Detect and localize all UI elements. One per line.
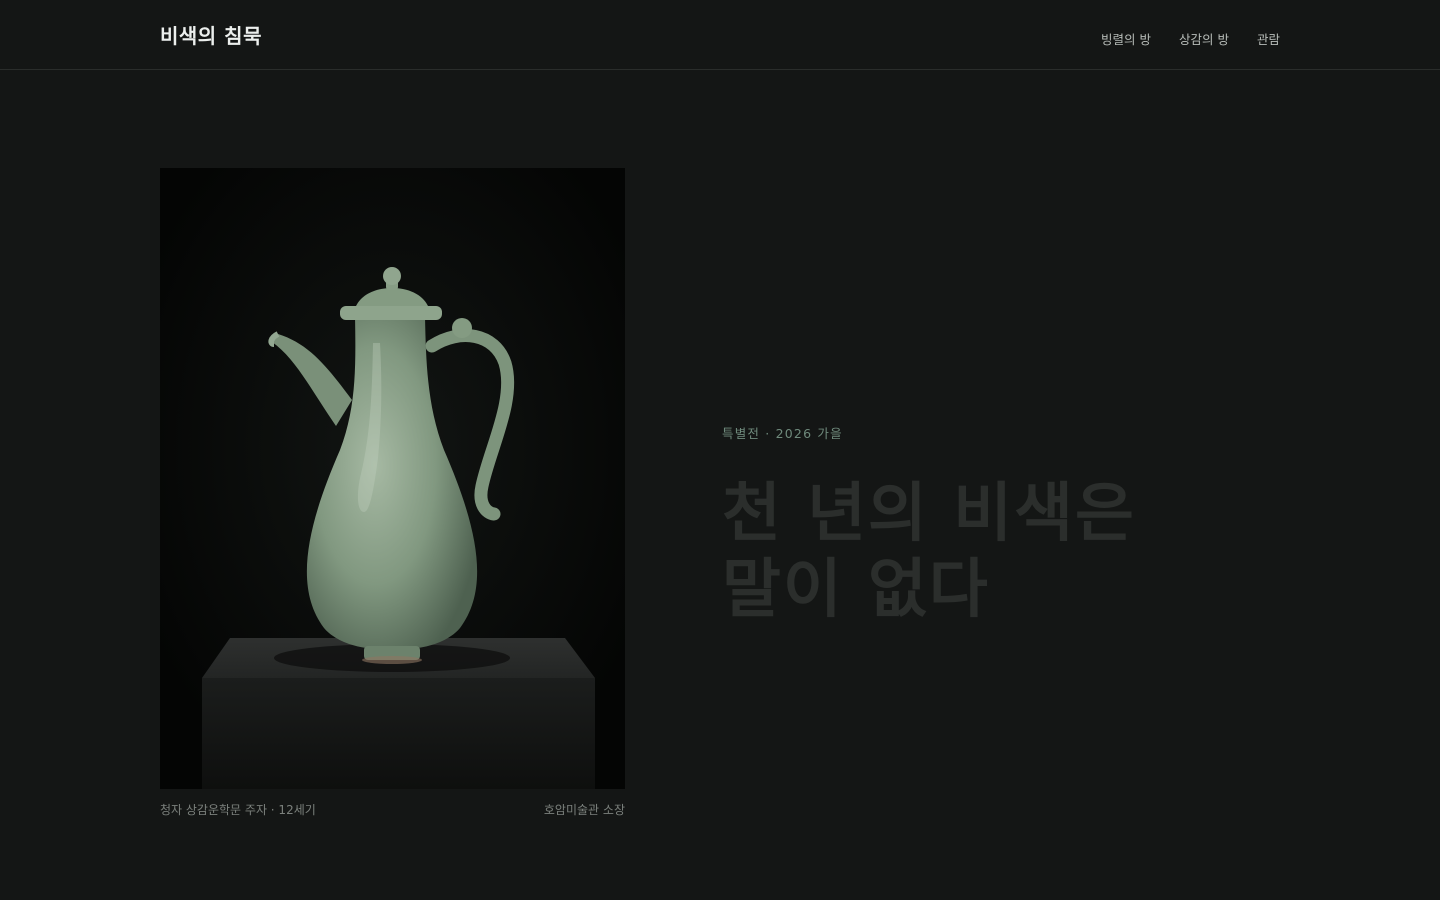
nav-item-crackle-room[interactable]: 빙렬의 방 bbox=[1101, 29, 1151, 48]
site-title[interactable]: 비색의 침묵 bbox=[160, 20, 262, 49]
nav-item-visit[interactable]: 관람 bbox=[1257, 29, 1280, 48]
celadon-ewer-photo bbox=[160, 168, 625, 789]
artwork-caption-owner: 호암미술관 소장 bbox=[543, 803, 625, 817]
hero-headline-line-2: 말이 없다 bbox=[722, 552, 990, 627]
site-header: 비색의 침묵 빙렬의 방 상감의 방 관람 bbox=[0, 0, 1440, 70]
exhibition-eyebrow: 특별전 · 2026 가을 bbox=[722, 426, 843, 441]
ewer-illustration bbox=[160, 168, 625, 789]
nav-item-inlay-room[interactable]: 상감의 방 bbox=[1179, 29, 1229, 48]
main-nav: 빙렬의 방 상감의 방 관람 bbox=[1101, 29, 1280, 48]
hero-headline: 천 년의 비색은 말이 없다 bbox=[722, 476, 1342, 628]
hero-headline-line-1: 천 년의 비색은 bbox=[722, 476, 1136, 551]
artwork-caption-title: 청자 상감운학문 주자 · 12세기 bbox=[160, 803, 316, 817]
